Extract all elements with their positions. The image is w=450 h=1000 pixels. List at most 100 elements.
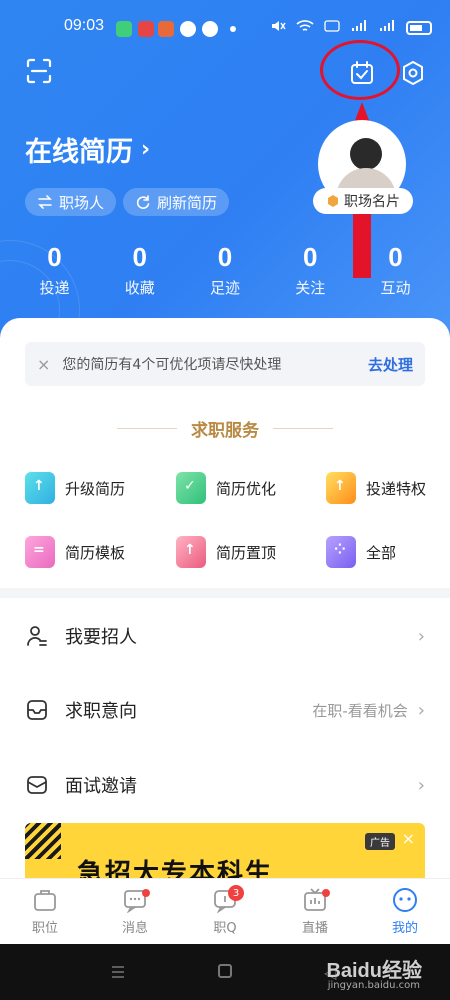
switch-icon	[38, 195, 52, 209]
tab-label: 职Q	[213, 921, 237, 936]
stat-favorites[interactable]: 0 收藏	[97, 242, 182, 298]
delivery-privilege-icon: ↑	[326, 472, 356, 504]
service-label: 简历模板	[65, 543, 126, 562]
tab-messages[interactable]: 消息	[90, 879, 180, 944]
ad-banner[interactable]: 急招大专本科生 广告 ×	[25, 823, 425, 883]
upgrade-resume-icon: ↑	[25, 472, 55, 504]
stat-value: 0	[388, 242, 403, 272]
service-all[interactable]: ⁘ 全部	[326, 536, 396, 568]
resume-top-icon: ↑	[176, 536, 206, 568]
signal-icon	[378, 19, 396, 36]
app-notification-icon	[180, 21, 196, 37]
menu-recruit[interactable]: 我要招人 ›	[25, 616, 425, 656]
service-resume-template[interactable]: = 简历模板	[25, 536, 125, 568]
status-bar: 09:03	[0, 14, 450, 44]
refresh-icon	[136, 195, 150, 209]
ad-stripes	[25, 823, 61, 859]
tab-live[interactable]: 直播	[270, 879, 360, 944]
stat-interactions[interactable]: 0 互动	[353, 242, 438, 298]
status-icons	[270, 19, 432, 36]
resume-title: 在线简历	[25, 137, 133, 168]
section-separator	[0, 588, 450, 598]
refresh-resume-label: 刷新简历	[157, 193, 218, 212]
zhiq-badge: 3	[228, 885, 244, 901]
ad-tag: 广告	[365, 833, 395, 850]
menu-job-intention[interactable]: 求职意向 在职-看看机会 ›	[25, 690, 425, 730]
stat-history[interactable]: 0 足迹	[183, 242, 268, 298]
card-icon	[328, 195, 338, 207]
stat-label: 足迹	[209, 279, 240, 297]
business-card-button[interactable]: 职场名片	[313, 188, 413, 214]
service-label: 全部	[366, 543, 397, 562]
briefcase-icon	[34, 890, 56, 911]
service-label: 简历置顶	[216, 543, 277, 562]
annotation-circle	[320, 40, 400, 100]
service-label: 升级简历	[65, 479, 126, 498]
tip-action-link[interactable]: 去处理	[368, 354, 413, 375]
avatar-head	[350, 138, 382, 170]
battery-icon	[406, 20, 432, 35]
stat-label: 互动	[380, 279, 411, 297]
service-delivery-privilege[interactable]: ↑ 投递特权	[326, 472, 426, 504]
tab-label: 我的	[391, 921, 418, 936]
tab-label: 直播	[301, 921, 328, 936]
unread-dot	[142, 889, 150, 897]
stat-delivered[interactable]: 0 投递	[12, 242, 97, 298]
divider	[273, 428, 333, 429]
stat-value: 0	[303, 242, 318, 272]
switch-identity-button[interactable]: 职场人	[25, 188, 117, 216]
stat-following[interactable]: 0 关注	[268, 242, 353, 298]
scan-icon[interactable]	[26, 58, 52, 84]
ad-close-icon[interactable]: ×	[402, 829, 415, 848]
watermark-brand: Baidu经验	[326, 960, 422, 982]
menu-label: 面试邀请	[65, 776, 137, 797]
stat-label: 投递	[39, 279, 70, 297]
chevron-right-icon: ›	[417, 774, 425, 796]
close-tip-icon[interactable]: ×	[37, 355, 50, 374]
tab-label: 职位	[31, 921, 58, 936]
menu-interview-invites[interactable]: 面试邀请 ›	[25, 765, 425, 805]
resume-tip-banner: × 您的简历有4个可优化项请尽快处理 去处理	[25, 342, 425, 386]
service-resume-optimize[interactable]: ✓ 简历优化	[176, 472, 276, 504]
home-icon[interactable]	[218, 964, 232, 978]
stat-label: 收藏	[124, 279, 155, 297]
bottom-nav: 职位 消息 3 职Q 直播 我的	[0, 878, 450, 944]
job-services-heading: 求职服务	[0, 416, 450, 441]
tab-me[interactable]: 我的	[360, 879, 450, 944]
interview-invite-icon	[27, 776, 47, 794]
menu-label: 我要招人	[65, 627, 137, 648]
chevron-right-icon: ›	[141, 137, 151, 162]
app-notification-icon	[138, 21, 154, 37]
system-nav-bar: ◁ Baidu经验 jingyan.baidu.com	[0, 944, 450, 1000]
tab-zhiq[interactable]: 3 职Q	[180, 879, 270, 944]
mute-icon	[270, 19, 286, 36]
phone-notification-icon	[116, 21, 132, 37]
business-card-label: 职场名片	[344, 194, 400, 210]
service-upgrade-resume[interactable]: ↑ 升级简历	[25, 472, 125, 504]
live-dot	[322, 889, 330, 897]
divider	[117, 428, 177, 429]
online-resume-link[interactable]: 在线简历 ›	[25, 130, 150, 169]
wifi-icon	[296, 19, 314, 36]
section-title: 求职服务	[191, 421, 259, 441]
stat-value: 0	[217, 242, 233, 272]
menu-value: 在职-看看机会	[312, 701, 408, 720]
refresh-resume-button[interactable]: 刷新简历	[123, 188, 230, 216]
signal-icon	[350, 19, 368, 36]
job-intention-icon	[27, 700, 47, 720]
tab-jobs[interactable]: 职位	[0, 879, 90, 944]
recruit-icon	[27, 626, 47, 646]
stat-value: 0	[132, 242, 147, 272]
menu-icon[interactable]	[110, 964, 126, 980]
settings-icon[interactable]	[400, 60, 426, 86]
chevron-right-icon: ›	[417, 625, 425, 647]
all-icon: ⁘	[326, 536, 356, 568]
status-time: 09:03	[64, 17, 105, 34]
service-label: 简历优化	[216, 479, 277, 498]
chevron-right-icon: ›	[417, 699, 425, 721]
stats-row: 0 投递 0 收藏 0 足迹 0 关注 0 互动	[12, 242, 438, 298]
watermark-url: jingyan.baidu.com	[327, 980, 420, 991]
service-resume-top[interactable]: ↑ 简历置顶	[176, 536, 276, 568]
service-label: 投递特权	[366, 479, 427, 498]
profile-header: 09:03 在线简历 › 职场人 刷新简历 职场名片 0 投递 0 收藏 0 足…	[0, 0, 450, 350]
